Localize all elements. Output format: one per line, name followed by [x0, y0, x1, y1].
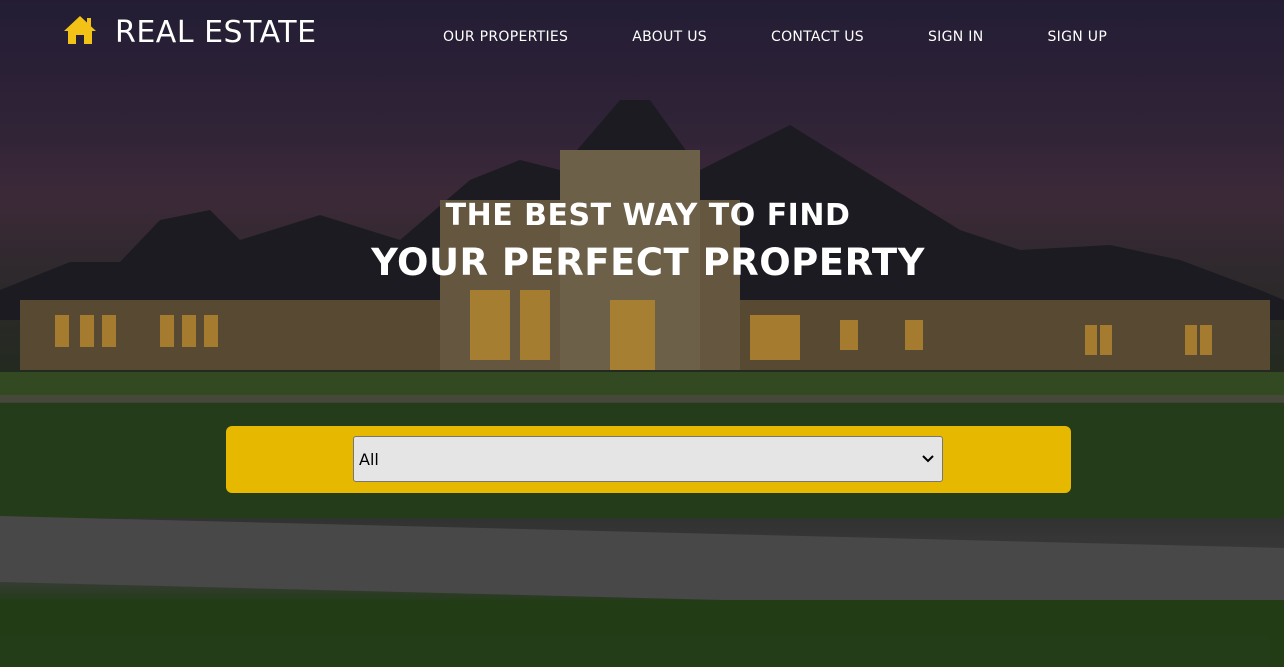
select-value: All	[359, 449, 379, 469]
brand-name: REAL ESTATE	[115, 14, 317, 50]
search-bar: All	[226, 426, 1071, 493]
property-type-select[interactable]: All	[353, 436, 943, 482]
hero-line-2: YOUR PERFECT PROPERTY	[371, 241, 925, 284]
main-nav: OUR PROPERTIES ABOUT US CONTACT US SIGN …	[443, 29, 1107, 45]
hero-headline: THE BEST WAY TO FIND YOUR PERFECT PROPER…	[0, 198, 1284, 284]
hero-line-1: THE BEST WAY TO FIND	[445, 198, 851, 233]
nav-sign-in[interactable]: SIGN IN	[928, 29, 984, 45]
home-icon	[63, 14, 97, 50]
nav-our-properties[interactable]: OUR PROPERTIES	[443, 29, 568, 45]
nav-about-us[interactable]: ABOUT US	[632, 29, 707, 45]
nav-contact-us[interactable]: CONTACT US	[771, 29, 864, 45]
nav-sign-up[interactable]: SIGN UP	[1047, 29, 1107, 45]
brand[interactable]: REAL ESTATE	[63, 14, 317, 50]
dark-overlay	[0, 0, 1284, 667]
chevron-down-icon	[922, 455, 934, 463]
